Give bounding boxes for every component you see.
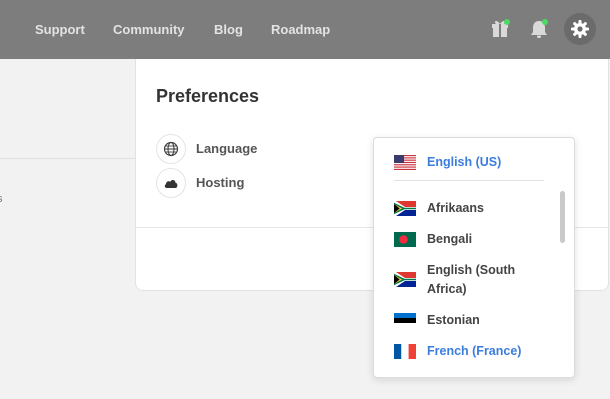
dropdown-scrollbar[interactable] — [560, 191, 565, 243]
language-option-selected[interactable]: English (US) — [394, 152, 564, 174]
france-flag — [394, 344, 416, 359]
south-africa-flag — [394, 272, 416, 287]
page-title: Preferences — [156, 86, 260, 106]
south-africa-flag — [394, 201, 416, 216]
cloud-icon — [156, 168, 186, 198]
top-bar: Support Community Blog Roadmap — [0, 0, 610, 59]
language-option-label: Afrikaans — [427, 201, 484, 215]
language-option-label: English (South Africa) — [427, 263, 516, 296]
gear-icon — [571, 20, 589, 38]
bell-icon[interactable] — [529, 18, 551, 40]
language-option-label: English (US) — [427, 155, 502, 169]
language-option-label: Estonian — [427, 313, 480, 327]
preference-label-hosting: Hosting — [196, 175, 245, 190]
gift-icon[interactable] — [490, 18, 512, 40]
nav-link-roadmap[interactable]: Roadmap — [271, 22, 330, 37]
bangladesh-flag — [394, 232, 416, 247]
estonia-flag — [394, 313, 416, 328]
globe-icon — [156, 134, 186, 164]
settings-button[interactable] — [564, 13, 596, 45]
nav-link-community[interactable]: Community — [113, 22, 185, 37]
nav-link-support[interactable]: Support — [35, 22, 85, 37]
nav-link-blog[interactable]: Blog — [214, 22, 243, 37]
left-panel-divider — [0, 158, 136, 159]
language-option-label: Bengali — [427, 232, 473, 246]
dropdown-separator — [394, 180, 544, 181]
language-option-label: French (France) — [427, 344, 522, 358]
left-panel-text-fragment: s — [0, 193, 3, 205]
preference-label-language: Language — [196, 141, 258, 156]
us-flag — [394, 155, 416, 170]
language-dropdown[interactable]: English (US) Afrikaans Bengali English (… — [373, 137, 575, 378]
